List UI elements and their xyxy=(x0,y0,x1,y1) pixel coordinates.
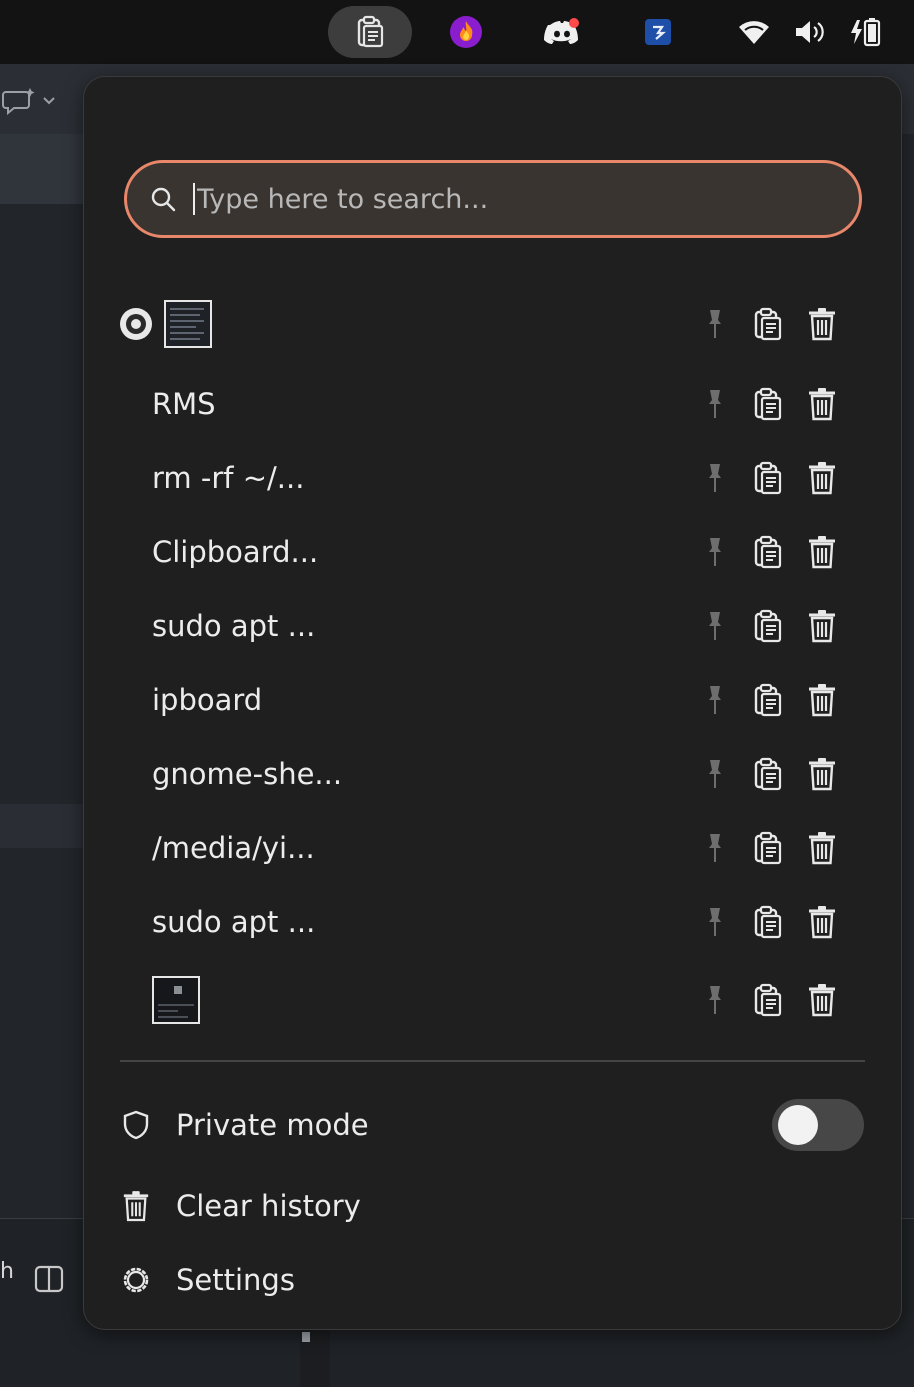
clipboard-item-label: Clipboard... xyxy=(152,535,319,569)
clear-history-item[interactable]: Clear history xyxy=(84,1176,903,1236)
delete-icon[interactable] xyxy=(805,755,839,793)
clipboard-item[interactable]: sudo apt ... xyxy=(84,589,903,663)
shield-icon xyxy=(120,1109,152,1141)
private-mode-toggle[interactable] xyxy=(772,1099,864,1151)
clipboard-item-label: RMS xyxy=(152,387,216,421)
menu-divider xyxy=(120,1060,865,1062)
clipboard-item-label: sudo apt ... xyxy=(152,905,316,939)
selected-indicator-icon xyxy=(120,308,152,340)
delete-icon[interactable] xyxy=(805,607,839,645)
discord-icon[interactable] xyxy=(544,14,580,50)
toggle-knob xyxy=(778,1105,818,1145)
clipboard-icon xyxy=(357,15,384,48)
pin-icon[interactable] xyxy=(698,385,732,423)
clear-history-label: Clear history xyxy=(176,1189,361,1223)
battery-charging-icon[interactable] xyxy=(848,14,884,50)
copy-icon[interactable] xyxy=(751,385,785,423)
pin-icon[interactable] xyxy=(698,305,732,343)
pin-icon[interactable] xyxy=(698,533,732,571)
clipboard-item[interactable]: rm -rf ~/... xyxy=(84,441,903,515)
wifi-icon[interactable] xyxy=(736,14,772,50)
flame-app-icon[interactable] xyxy=(448,14,484,50)
clipboard-item[interactable]: /media/yi... xyxy=(84,811,903,885)
search-icon xyxy=(151,187,176,212)
clipboard-item-label: sudo apt ... xyxy=(152,609,316,643)
pin-icon[interactable] xyxy=(698,459,732,497)
top-panel xyxy=(0,0,914,64)
clipboard-item[interactable] xyxy=(84,287,903,361)
search-field[interactable] xyxy=(124,160,862,238)
delete-icon[interactable] xyxy=(805,981,839,1019)
pin-icon[interactable] xyxy=(698,903,732,941)
volume-icon[interactable] xyxy=(792,14,828,50)
copy-icon[interactable] xyxy=(751,607,785,645)
pin-icon[interactable] xyxy=(698,829,732,867)
copy-icon[interactable] xyxy=(751,681,785,719)
gear-icon xyxy=(120,1264,152,1296)
app-indicator-icon[interactable] xyxy=(640,14,676,50)
delete-icon[interactable] xyxy=(805,305,839,343)
clipboard-item-label: /media/yi... xyxy=(152,831,315,865)
split-view-icon[interactable] xyxy=(34,1265,64,1297)
clipboard-item-label: ipboard xyxy=(152,683,263,717)
clipboard-item[interactable]: RMS xyxy=(84,367,903,441)
clipboard-popup-menu: RMS rm -rf ~/... Clipboard... sudo apt .… xyxy=(83,76,902,1330)
copy-icon[interactable] xyxy=(751,755,785,793)
clipboard-item[interactable]: gnome-she... xyxy=(84,737,903,811)
private-mode-item[interactable]: Private mode xyxy=(84,1095,903,1155)
copy-icon[interactable] xyxy=(751,305,785,343)
clipboard-item-label: rm -rf ~/... xyxy=(152,461,305,495)
clipboard-item-label: gnome-she... xyxy=(152,757,343,791)
delete-icon[interactable] xyxy=(805,681,839,719)
copy-icon[interactable] xyxy=(751,829,785,867)
settings-item[interactable]: Settings xyxy=(84,1250,903,1310)
copy-icon[interactable] xyxy=(751,903,785,941)
background-scroll-strip xyxy=(300,1326,330,1387)
pin-icon[interactable] xyxy=(698,681,732,719)
background-partial-text: h xyxy=(0,1259,14,1284)
delete-icon[interactable] xyxy=(805,533,839,571)
pin-icon[interactable] xyxy=(698,755,732,793)
image-thumbnail xyxy=(164,300,212,348)
copy-icon[interactable] xyxy=(751,459,785,497)
chat-sparkle-icon[interactable] xyxy=(2,84,62,122)
private-mode-label: Private mode xyxy=(176,1108,369,1142)
search-input[interactable] xyxy=(197,183,797,215)
image-thumbnail xyxy=(152,976,200,1024)
delete-icon[interactable] xyxy=(805,829,839,867)
text-caret xyxy=(193,183,195,215)
clipboard-item[interactable]: ipboard xyxy=(84,663,903,737)
settings-label: Settings xyxy=(176,1263,295,1297)
delete-icon[interactable] xyxy=(805,459,839,497)
pin-icon[interactable] xyxy=(698,981,732,1019)
clipboard-item[interactable]: sudo apt ... xyxy=(84,885,903,959)
delete-icon[interactable] xyxy=(805,903,839,941)
clipboard-item[interactable] xyxy=(84,963,903,1037)
clipboard-indicator-button[interactable] xyxy=(328,6,412,58)
copy-icon[interactable] xyxy=(751,533,785,571)
copy-icon[interactable] xyxy=(751,981,785,1019)
clipboard-item[interactable]: Clipboard... xyxy=(84,515,903,589)
delete-icon[interactable] xyxy=(805,385,839,423)
trash-icon xyxy=(120,1190,152,1222)
pin-icon[interactable] xyxy=(698,607,732,645)
